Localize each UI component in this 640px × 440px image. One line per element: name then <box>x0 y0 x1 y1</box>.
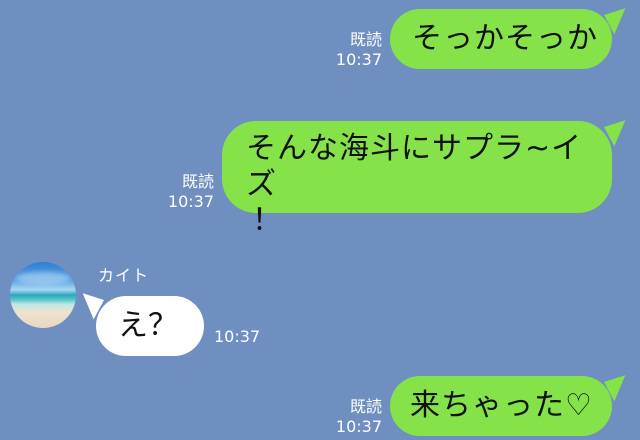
message-time: 10:37 <box>335 417 382 436</box>
message-meta: 既読 10:37 <box>334 30 382 70</box>
message-text: そっかそっか <box>412 21 598 56</box>
chat-thread: 既読 10:37 そっかそっか 既読 10:37 そんな海斗にサプラ~イズ ！ … <box>0 0 640 440</box>
message-time: 10:37 <box>167 192 214 211</box>
read-receipt: 既読 <box>181 172 214 191</box>
message-bubble-outgoing[interactable]: 来ちゃった♡ <box>390 376 612 436</box>
message-text-line: ！ <box>252 203 283 238</box>
message-meta: 既読 10:37 <box>334 397 382 437</box>
message-time: 10:37 <box>214 327 261 346</box>
message-meta: 既読 10:37 <box>166 172 214 212</box>
message-text: 来ちゃった♡ <box>410 388 593 423</box>
message-bubble-outgoing[interactable]: そんな海斗にサプラ~イズ ！ <box>222 121 612 238</box>
message-bubble-outgoing[interactable]: そっかそっか <box>390 9 612 69</box>
message-text: え？ <box>118 308 178 343</box>
message-time: 10:37 <box>335 50 382 69</box>
avatar[interactable] <box>10 262 76 328</box>
read-receipt: 既読 <box>349 30 382 49</box>
message-bubble-incoming[interactable]: え？ <box>96 296 204 356</box>
message-text-line: そんな海斗にサプラ~イズ <box>246 131 583 202</box>
read-receipt: 既読 <box>349 397 382 416</box>
sender-name: カイト <box>98 266 150 285</box>
